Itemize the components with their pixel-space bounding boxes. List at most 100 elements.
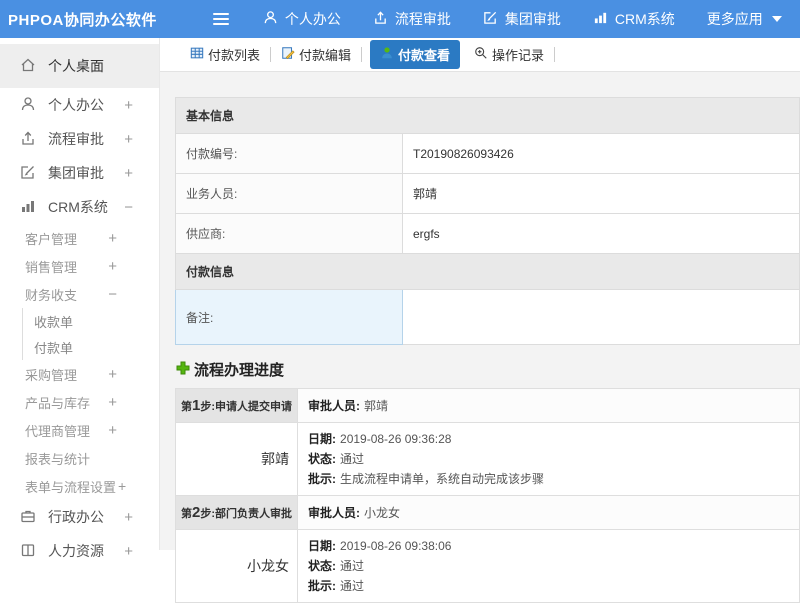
step-detail-row: 郭靖 日期:2019-08-26 09:36:28 状态:通过 批示:生成流程申…: [176, 423, 800, 496]
tab-separator: [361, 47, 362, 62]
detail-status-line: 状态:通过: [308, 556, 789, 576]
expand-toggle[interactable]: +: [108, 230, 117, 247]
payment-info-title: 付款信息: [176, 254, 800, 290]
remark-value: [403, 290, 800, 345]
sidebar-item-agent-mgmt[interactable]: 代理商管理 +: [0, 416, 159, 444]
sidebar-item-label: 财务收支: [25, 285, 77, 304]
section-header-row: 基本信息: [176, 98, 800, 134]
section-header-row: 付款信息: [176, 254, 800, 290]
sidebar-item-label: 报表与统计: [25, 449, 90, 468]
workflow-icon: [373, 10, 388, 28]
table-row: 供应商: ergfs: [176, 214, 800, 254]
expand-toggle[interactable]: +: [118, 478, 126, 494]
sidebar-item-customer-mgmt[interactable]: 客户管理 +: [0, 224, 159, 252]
sidebar-item-product-inventory[interactable]: 产品与库存 +: [0, 388, 159, 416]
progress-section-title: 流程办理进度: [175, 359, 800, 380]
nav-label: 更多应用: [707, 9, 763, 29]
collapse-toggle[interactable]: −: [124, 199, 133, 216]
nav-label: 流程审批: [395, 9, 451, 29]
sidebar-item-label: 付款单: [34, 338, 73, 357]
tab-operation-log[interactable]: 操作记录: [466, 41, 552, 68]
nav-workflow-approval[interactable]: 流程审批: [373, 9, 451, 29]
tab-separator: [270, 47, 271, 62]
nav-group-approval[interactable]: 集团审批: [483, 9, 561, 29]
table-row: 付款编号: T20190826093426: [176, 134, 800, 174]
supplier-value: ergfs: [403, 214, 800, 254]
expand-toggle[interactable]: +: [108, 258, 117, 275]
sidebar-item-admin-office[interactable]: 行政办公 +: [0, 500, 159, 534]
step-2-detail: 日期:2019-08-26 09:38:06 状态:通过 批示:通过: [298, 530, 800, 603]
expand-toggle[interactable]: +: [108, 394, 117, 411]
main-panel: 基本信息 付款编号: T20190826093426 业务人员: 郭靖 供应商:…: [160, 72, 800, 603]
plus-icon: [175, 360, 191, 380]
sidebar-item-label: 个人办公: [48, 95, 104, 115]
sidebar-item-group-approval[interactable]: 集团审批 +: [0, 156, 159, 190]
table-icon: [190, 46, 204, 63]
expand-toggle[interactable]: +: [108, 422, 117, 439]
collapse-toggle[interactable]: −: [108, 286, 117, 303]
nav-label: CRM系统: [615, 9, 675, 29]
sidebar-item-payment-order[interactable]: 付款单: [22, 334, 159, 360]
nav-personal-office[interactable]: 个人办公: [263, 9, 341, 29]
detail-date-line: 日期:2019-08-26 09:38:06: [308, 536, 789, 556]
expand-toggle[interactable]: +: [124, 543, 133, 560]
approver-label: 审批人员:: [308, 506, 360, 520]
nav-crm[interactable]: CRM系统: [593, 9, 675, 29]
tab-payment-view[interactable]: 付款查看: [370, 40, 460, 69]
payment-no-label: 付款编号:: [176, 134, 403, 174]
sidebar-item-label: 收款单: [34, 312, 73, 331]
step-1-label: 第1步:申请人提交申请: [176, 389, 298, 423]
detail-comment-line: 批示:生成流程申请单，系统自动完成该步骤: [308, 469, 789, 489]
bar-chart-icon: [593, 10, 608, 28]
sidebar-item-workflow-approval[interactable]: 流程审批 +: [0, 122, 159, 156]
tab-payment-list[interactable]: 付款列表: [182, 41, 268, 68]
sidebar-item-finance[interactable]: 财务收支 −: [0, 280, 159, 308]
step-1-approver: 审批人员:郭靖: [298, 389, 800, 423]
sidebar-item-personal-desktop[interactable]: 个人桌面: [0, 44, 159, 88]
detail-status-line: 状态:通过: [308, 449, 789, 469]
expand-toggle[interactable]: +: [124, 97, 133, 114]
step-2-approver: 审批人员:小龙女: [298, 496, 800, 530]
expand-toggle[interactable]: +: [124, 131, 133, 148]
sidebar-item-label: 客户管理: [25, 229, 77, 248]
sidebar-item-human-resources[interactable]: 人力资源 +: [0, 534, 159, 568]
magnifier-icon: [474, 46, 488, 63]
user-icon: [20, 96, 36, 115]
sidebar-item-label: 销售管理: [25, 257, 77, 276]
hamburger-menu-icon[interactable]: [213, 13, 229, 25]
content-area: 付款列表 付款编辑 付款查看 操作记录 基本信息: [160, 38, 800, 550]
nav-more-apps[interactable]: 更多应用: [707, 9, 782, 29]
detail-comment-line: 批示:通过: [308, 576, 789, 596]
sidebar-item-reports-stats[interactable]: 报表与统计: [0, 444, 159, 472]
tab-bar: 付款列表 付款编辑 付款查看 操作记录: [160, 38, 800, 72]
business-person-label: 业务人员:: [176, 174, 403, 214]
tab-payment-edit[interactable]: 付款编辑: [273, 41, 359, 68]
sidebar-item-label: 人力资源: [48, 541, 104, 561]
nav-label: 个人办公: [285, 9, 341, 29]
expand-toggle[interactable]: +: [124, 509, 133, 526]
tab-label: 操作记录: [492, 45, 544, 64]
workflow-icon: [20, 130, 36, 149]
basic-info-title: 基本信息: [176, 98, 800, 134]
sidebar-item-form-flow-settings[interactable]: 表单与流程设置 +: [0, 472, 159, 500]
sidebar-item-label: 个人桌面: [48, 56, 104, 76]
sidebar-item-sales-mgmt[interactable]: 销售管理 +: [0, 252, 159, 280]
briefcase-icon: [20, 508, 36, 527]
sidebar-item-personal-office[interactable]: 个人办公 +: [0, 88, 159, 122]
sidebar: 个人桌面 个人办公 + 流程审批 + 集团审批 + CRM系统 − 客户管理 +…: [0, 38, 160, 550]
sidebar-item-label: 产品与库存: [25, 393, 90, 412]
sidebar-item-label: CRM系统: [48, 197, 108, 217]
tab-label: 付款列表: [208, 45, 260, 64]
tab-label: 付款编辑: [299, 45, 351, 64]
sidebar-item-label: 集团审批: [48, 163, 104, 183]
sidebar-item-purchase-mgmt[interactable]: 采购管理 +: [0, 360, 159, 388]
sidebar-item-receipt-order[interactable]: 收款单: [22, 308, 159, 334]
step-header-row: 第2步:部门负责人审批 审批人员:小龙女: [176, 496, 800, 530]
expand-toggle[interactable]: +: [108, 366, 117, 383]
sidebar-item-crm[interactable]: CRM系统 −: [0, 190, 159, 224]
edit-icon: [483, 10, 498, 28]
nav-label: 集团审批: [505, 9, 561, 29]
supplier-label: 供应商:: [176, 214, 403, 254]
expand-toggle[interactable]: +: [124, 165, 133, 182]
top-nav: 个人办公 流程审批 集团审批 CRM系统 更多应用: [263, 9, 782, 29]
